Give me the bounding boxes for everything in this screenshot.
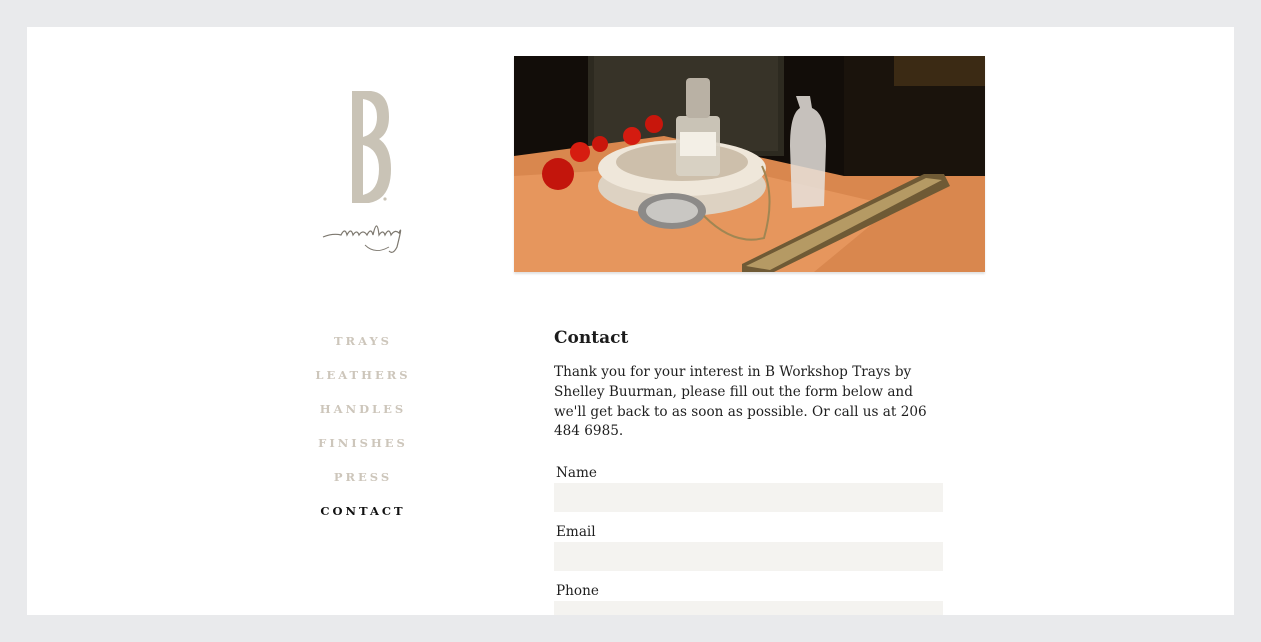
name-label: Name <box>556 465 597 482</box>
intro-text: Thank you for your interest in B Worksho… <box>554 364 927 440</box>
b-workshop-logo-icon <box>322 91 402 253</box>
phone-label: Phone <box>556 583 599 600</box>
email-field[interactable] <box>554 542 943 572</box>
email-label: Email <box>556 524 596 541</box>
nav-item-press[interactable]: PRESS <box>263 463 463 497</box>
main-nav: TRAYS LEATHERS HANDLES FINISHES PRESS CO… <box>263 327 463 531</box>
hero-image <box>514 56 985 272</box>
nav-item-handles[interactable]: HANDLES <box>263 395 463 429</box>
nav-item-contact[interactable]: CONTACT <box>263 497 463 531</box>
name-field[interactable] <box>554 483 943 513</box>
phone-field[interactable] <box>554 601 943 615</box>
page-title: Contact <box>554 328 629 348</box>
contact-section: Contact Thank you for your interest in B… <box>554 327 944 615</box>
brand-logo[interactable] <box>319 87 409 257</box>
nav-item-trays[interactable]: TRAYS <box>263 327 463 361</box>
nav-item-finishes[interactable]: FINISHES <box>263 429 463 463</box>
page-container: TRAYS LEATHERS HANDLES FINISHES PRESS CO… <box>27 27 1234 615</box>
nav-item-leathers[interactable]: LEATHERS <box>263 361 463 395</box>
